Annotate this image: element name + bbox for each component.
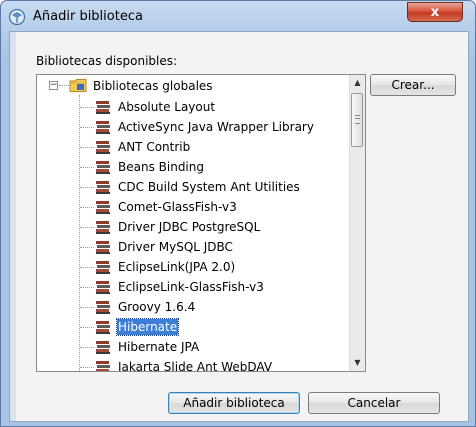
library-item-label: EclipseLink-GlassFish-v3 [118,280,264,294]
library-books-icon [95,359,111,371]
library-books-icon [95,199,111,215]
library-item-label: Absolute Layout [118,100,216,114]
library-tree-item[interactable]: Hibernate JPA [37,337,349,357]
library-books-icon [95,159,111,175]
library-tree-item[interactable]: EclipseLink-GlassFish-v3 [37,277,349,297]
app-icon [8,8,26,26]
library-books-icon [95,139,111,155]
library-tree-item[interactable]: Groovy 1.6.4 [37,297,349,317]
library-item-label: Hibernate [115,318,180,336]
library-books-icon [95,259,111,275]
library-tree-item[interactable]: Driver MySQL JDBC [37,237,349,257]
library-books-icon [95,99,111,115]
library-books-icon [95,219,111,235]
library-tree-item[interactable]: ANT Contrib [37,137,349,157]
library-books-icon [95,179,111,195]
library-books-icon [95,119,111,135]
dialog-window: Añadir biblioteca x Bibliotecas disponib… [0,0,476,427]
folder-icon [69,79,87,92]
library-books-icon [95,279,111,295]
library-item-label: EclipseLink(JPA 2.0) [118,260,236,274]
library-item-label: Comet-GlassFish-v3 [118,200,237,214]
scroll-down-icon[interactable]: ▼ [350,355,365,371]
library-item-label: CDC Build System Ant Utilities [118,180,300,194]
library-books-icon [95,299,111,315]
library-tree-item[interactable]: Jakarta Slide Ant WebDAV [37,357,349,371]
thumb-grip-icon [355,115,360,124]
library-tree-item[interactable]: Driver JDBC PostgreSQL [37,217,349,237]
library-books-icon [95,339,111,355]
library-item-label: ANT Contrib [118,140,191,154]
library-item-label: ActiveSync Java Wrapper Library [118,120,314,134]
library-tree-list: − Bibliotecas globales Absolute Layout Ac… [37,75,349,371]
left-border-strip [10,32,16,421]
library-item-label: Driver MySQL JDBC [118,240,233,254]
library-tree-item[interactable]: Beans Binding [37,157,349,177]
dialog-content: Bibliotecas disponibles: − Bibliotecas g… [9,31,469,422]
library-books-icon [95,239,111,255]
close-button[interactable]: x [407,2,463,22]
library-tree-item[interactable]: ActiveSync Java Wrapper Library [37,117,349,137]
tree-root-label: Bibliotecas globales [93,79,213,93]
library-item-label: Jakarta Slide Ant WebDAV [118,360,273,371]
tree-connector [59,85,69,86]
library-tree-item[interactable]: Comet-GlassFish-v3 [37,197,349,217]
library-tree[interactable]: − Bibliotecas globales Absolute Layout Ac… [36,74,366,372]
scroll-up-icon[interactable]: ▲ [350,75,365,91]
title-bar[interactable]: Añadir biblioteca x [1,1,475,31]
library-item-label: Groovy 1.6.4 [118,300,196,314]
library-tree-item[interactable]: CDC Build System Ant Utilities [37,177,349,197]
library-tree-item[interactable]: Absolute Layout [37,97,349,117]
library-item-label: Beans Binding [118,160,204,174]
collapse-icon[interactable]: − [49,81,58,90]
scroll-thumb[interactable] [351,93,363,147]
library-tree-item[interactable]: EclipseLink(JPA 2.0) [37,257,349,277]
tree-root-global-libraries[interactable]: − Bibliotecas globales [37,75,349,97]
window-title: Añadir biblioteca [33,9,143,24]
cancel-button[interactable]: Cancelar [308,392,440,414]
library-books-icon [95,319,111,335]
close-icon: x [430,5,440,20]
vertical-scrollbar[interactable]: ▲ ▼ [349,75,365,371]
library-tree-item[interactable]: Hibernate [37,317,349,337]
available-libraries-label: Bibliotecas disponibles: [36,54,178,68]
library-item-label: Driver JDBC PostgreSQL [118,220,261,234]
library-item-label: Hibernate JPA [118,340,200,354]
create-button[interactable]: Crear... [370,74,456,96]
add-library-button[interactable]: Añadir biblioteca [168,392,300,414]
